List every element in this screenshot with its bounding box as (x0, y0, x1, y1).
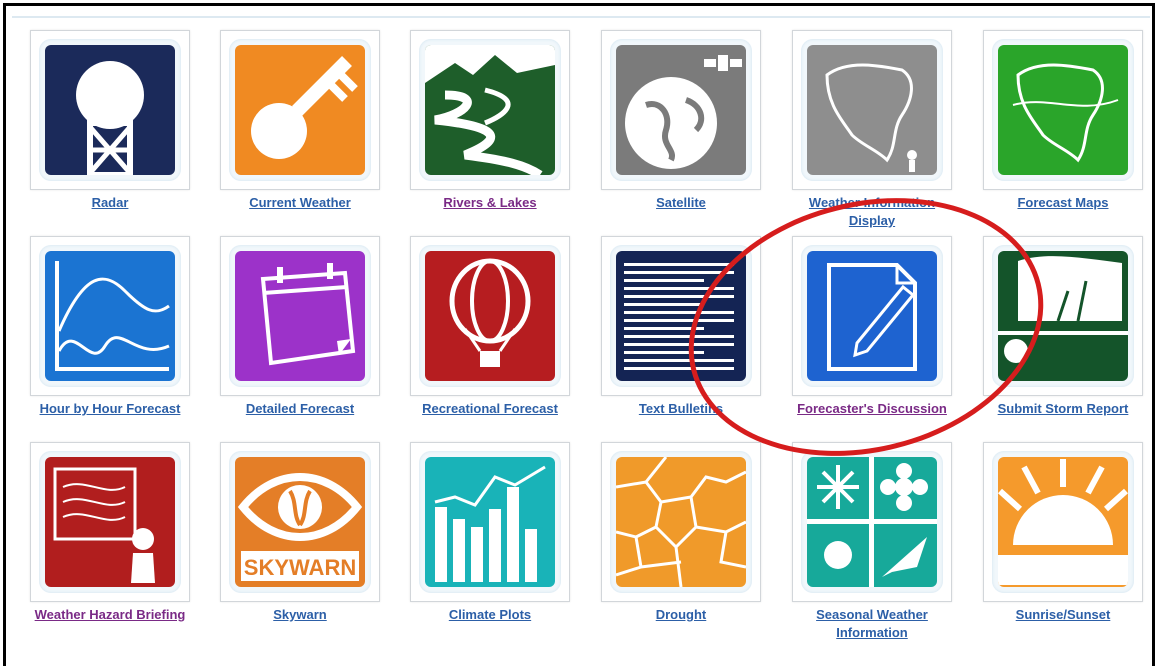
tile-skywarn-image[interactable]: SKYWARN (220, 442, 380, 602)
globe-satellite-icon (616, 45, 746, 175)
tile-recreational-forecast-image[interactable] (410, 236, 570, 396)
tile-label[interactable]: Rivers & Lakes (408, 194, 572, 212)
skywarn-eye-icon: SKYWARN (235, 457, 365, 587)
tile-label[interactable]: Hour by Hour Forecast (28, 400, 192, 418)
tile-hour-by-hour-image[interactable] (30, 236, 190, 396)
tile-current-weather-image[interactable] (220, 30, 380, 190)
tile-label[interactable]: Climate Plots (408, 606, 572, 624)
text-line-icon (624, 279, 704, 282)
tile-label[interactable]: Current Weather (218, 194, 382, 212)
tile-rivers-lakes-image[interactable] (410, 30, 570, 190)
tile-skywarn[interactable]: SKYWARN Skywarn (218, 442, 382, 624)
hot-air-balloon-icon (425, 251, 555, 381)
bar-chart-icon (425, 457, 555, 587)
tile-label[interactable]: Seasonal Weather Information (790, 606, 954, 642)
tile-climate-plots-image[interactable] (410, 442, 570, 602)
tile-label[interactable]: Submit Storm Report (981, 400, 1145, 418)
top-divider (12, 16, 1150, 18)
tile-detailed-forecast[interactable]: Detailed Forecast (218, 236, 382, 418)
tile-drought[interactable]: Drought (599, 442, 763, 624)
tile-climate-plots[interactable]: Climate Plots (408, 442, 572, 624)
graph-icon (45, 251, 175, 381)
cracked-ground-icon (616, 457, 746, 587)
tile-radar-image[interactable] (30, 30, 190, 190)
tile-seasonal-weather[interactable]: Seasonal Weather Information (790, 442, 954, 642)
tile-label[interactable]: Forecast Maps (981, 194, 1145, 212)
tile-weather-hazard-briefing[interactable]: Weather Hazard Briefing (28, 442, 192, 624)
tile-forecast-maps[interactable]: Forecast Maps (981, 30, 1145, 212)
river-icon (425, 45, 555, 175)
tile-detailed-forecast-image[interactable] (220, 236, 380, 396)
key-icon (235, 45, 365, 175)
sunrise-icon (998, 457, 1128, 587)
tile-label[interactable]: Radar (28, 194, 192, 212)
tile-label[interactable]: Detailed Forecast (218, 400, 382, 418)
tile-rivers-lakes[interactable]: Rivers & Lakes (408, 30, 572, 212)
text-line-icon (624, 303, 704, 306)
text-line-icon (624, 271, 734, 274)
tile-label[interactable]: Skywarn (218, 606, 382, 624)
tile-hour-by-hour[interactable]: Hour by Hour Forecast (28, 236, 192, 418)
tile-label[interactable]: Drought (599, 606, 763, 624)
tile-weather-info-display-image[interactable] (792, 30, 952, 190)
tile-sunrise-sunset-image[interactable] (983, 442, 1143, 602)
seasons-icon (807, 457, 937, 587)
tile-recreational-forecast[interactable]: Recreational Forecast (408, 236, 572, 418)
tile-forecast-maps-image[interactable] (983, 30, 1143, 190)
tile-label[interactable]: Sunrise/Sunset (981, 606, 1145, 624)
text-line-icon (624, 263, 734, 266)
radar-tower-icon (45, 45, 175, 175)
tile-satellite-image[interactable] (601, 30, 761, 190)
calendar-icon (235, 251, 365, 381)
tile-label[interactable]: Satellite (599, 194, 763, 212)
tile-drought-image[interactable] (601, 442, 761, 602)
tile-label[interactable]: Recreational Forecast (408, 400, 572, 418)
tile-radar[interactable]: Radar (28, 30, 192, 212)
map-icon (998, 45, 1128, 175)
tile-label[interactable]: Weather Hazard Briefing (28, 606, 192, 624)
map-display-icon (807, 45, 937, 175)
tile-weather-hazard-briefing-image[interactable] (30, 442, 190, 602)
tile-seasonal-weather-image[interactable] (792, 442, 952, 602)
tile-satellite[interactable]: Satellite (599, 30, 763, 212)
skywarn-logo-text: SKYWARN (244, 555, 356, 580)
tile-sunrise-sunset[interactable]: Sunrise/Sunset (981, 442, 1145, 624)
tile-current-weather[interactable]: Current Weather (218, 30, 382, 212)
briefing-icon (45, 457, 175, 587)
